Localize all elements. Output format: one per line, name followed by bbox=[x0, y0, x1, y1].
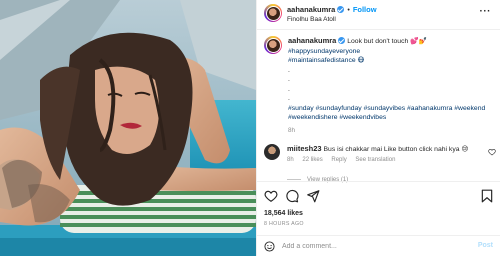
post-image bbox=[0, 0, 256, 256]
follow-button[interactable]: Follow bbox=[353, 5, 377, 14]
comment-heart-icon[interactable] bbox=[488, 148, 496, 156]
see-translation-button[interactable]: See translation bbox=[355, 157, 395, 163]
comment-likes[interactable]: 22 likes bbox=[302, 157, 322, 163]
header-text: aahanakumra • Follow Finolhu Baa Atoll bbox=[287, 4, 377, 24]
caption-text-block: aahanakumra Look but don't touch 💕💅 #hap… bbox=[288, 36, 496, 135]
post-side-panel: aahanakumra • Follow Finolhu Baa Atoll ···… bbox=[256, 0, 500, 256]
commenter-avatar[interactable] bbox=[264, 144, 280, 160]
bookmark-icon[interactable] bbox=[480, 189, 494, 203]
caption-dot: . bbox=[288, 85, 290, 93]
comment-item: miitesh23 Bus isi chakkar mai Like butto… bbox=[264, 144, 496, 165]
caption-dot: . bbox=[288, 66, 290, 74]
comment-icon[interactable] bbox=[285, 189, 299, 203]
comment-age[interactable]: 8h bbox=[287, 157, 294, 163]
verified-icon bbox=[338, 37, 346, 44]
caption: aahanakumra Look but don't touch 💕💅 #hap… bbox=[264, 36, 496, 135]
caption-age[interactable]: 8h bbox=[288, 126, 496, 136]
more-icon[interactable]: ··· bbox=[480, 6, 492, 17]
verified-icon bbox=[337, 6, 345, 13]
emoji-icon[interactable] bbox=[264, 241, 275, 252]
comment-body: miitesh23 Bus isi chakkar mai Like butto… bbox=[287, 144, 468, 165]
post-header: aahanakumra • Follow Finolhu Baa Atoll ··· bbox=[257, 0, 500, 30]
post-comment-button[interactable]: Post bbox=[478, 242, 493, 249]
comment-text: Bus isi chakkar mai Like button click na… bbox=[323, 146, 469, 153]
comment-meta: 8h 22 likes Reply See translation bbox=[287, 156, 468, 165]
share-icon[interactable] bbox=[306, 189, 320, 203]
author-username[interactable]: aahanakumra bbox=[287, 5, 335, 14]
commenter-username[interactable]: miitesh23 bbox=[287, 144, 322, 153]
author-avatar[interactable] bbox=[264, 4, 282, 22]
hashtag-line[interactable]: #happysundayeveryone bbox=[288, 47, 496, 57]
caption-text: Look but don't touch 💕💅 bbox=[347, 38, 428, 45]
post-location[interactable]: Finolhu Baa Atoll bbox=[287, 15, 377, 24]
instagram-post-modal: aahanakumra • Follow Finolhu Baa Atoll ···… bbox=[0, 0, 500, 256]
reply-button[interactable]: Reply bbox=[331, 157, 346, 163]
header-separator: • bbox=[347, 7, 350, 14]
caption-dot: . bbox=[288, 76, 290, 83]
likes-count[interactable]: 18,564 likes bbox=[264, 210, 303, 217]
hashtag-block[interactable]: #sunday #sundayfunday #sundayvibes #aaha… bbox=[288, 104, 496, 123]
add-comment-row: Post bbox=[257, 235, 500, 256]
post-actions: 18,564 likes 8 HOURS AGO Post bbox=[257, 181, 500, 256]
post-photo[interactable] bbox=[0, 0, 256, 256]
caption-dot: . bbox=[288, 95, 290, 102]
caption-username[interactable]: aahanakumra bbox=[288, 36, 336, 45]
add-comment-input[interactable] bbox=[282, 240, 462, 253]
hashtag-line[interactable]: #maintainsafedistance 😷 bbox=[288, 56, 496, 66]
caption-avatar[interactable] bbox=[264, 36, 282, 54]
action-icons-row bbox=[264, 189, 494, 203]
post-timestamp[interactable]: 8 HOURS AGO bbox=[264, 221, 304, 227]
heart-icon[interactable] bbox=[264, 189, 278, 203]
